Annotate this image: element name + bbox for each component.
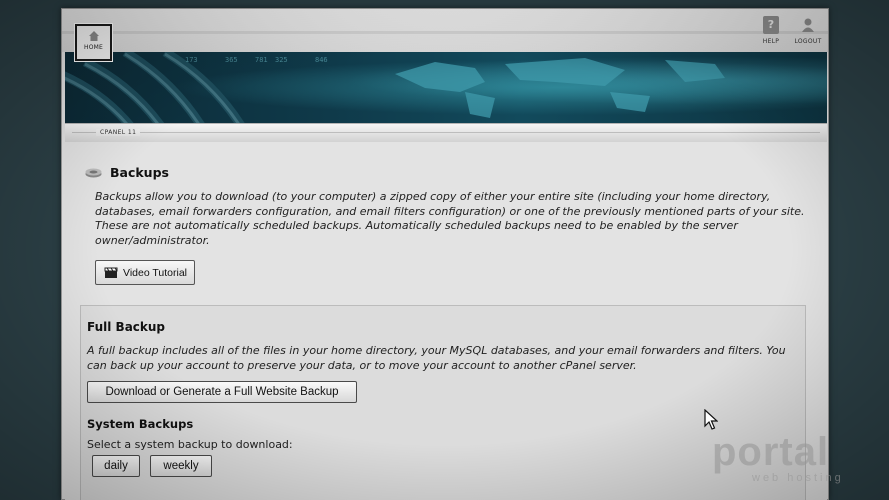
help-label: HELP bbox=[762, 38, 780, 45]
full-backup-button[interactable]: Download or Generate a Full Website Back… bbox=[87, 381, 357, 403]
home-button[interactable]: HOME bbox=[75, 24, 112, 61]
mouse-cursor-icon bbox=[704, 409, 718, 430]
help-icon: ? bbox=[763, 16, 779, 34]
help-link[interactable]: ? HELP bbox=[754, 16, 788, 45]
svg-text:781: 781 bbox=[255, 56, 268, 64]
page-title: Backups bbox=[85, 165, 169, 180]
system-backups-title: System Backups bbox=[87, 417, 194, 431]
weekly-backup-button[interactable]: weekly bbox=[150, 455, 212, 477]
breadcrumb: CPANEL 11 bbox=[65, 123, 827, 142]
svg-text:173: 173 bbox=[185, 56, 198, 64]
watermark-tagline: web hosting bbox=[752, 472, 844, 484]
svg-text:325: 325 bbox=[275, 56, 288, 64]
logout-icon bbox=[800, 16, 816, 34]
watermark-brand: portal bbox=[712, 430, 830, 474]
svg-text:846: 846 bbox=[315, 56, 328, 64]
clapperboard-icon bbox=[104, 267, 118, 278]
top-bar-stripe bbox=[62, 31, 828, 34]
full-backup-panel: Full Backup A full backup includes all o… bbox=[80, 305, 806, 500]
svg-text:365: 365 bbox=[225, 56, 238, 64]
breadcrumb-label[interactable]: CPANEL 11 bbox=[96, 129, 141, 136]
intro-text: Backups allow you to download (to your c… bbox=[95, 190, 805, 247]
full-backup-description: A full backup includes all of the files … bbox=[87, 344, 786, 372]
video-tutorial-label: Video Tutorial bbox=[123, 266, 188, 279]
daily-backup-button[interactable]: daily bbox=[92, 455, 140, 477]
video-tutorial-button[interactable]: Video Tutorial bbox=[95, 260, 195, 285]
full-backup-title: Full Backup bbox=[87, 320, 166, 334]
logout-link[interactable]: LOGOUT bbox=[791, 16, 825, 45]
logout-label: LOGOUT bbox=[794, 38, 822, 45]
system-backup-select-label: Select a system backup to download: bbox=[87, 438, 293, 451]
home-icon bbox=[88, 31, 99, 41]
header-banner: 173 365 781 325 846 bbox=[65, 52, 827, 123]
page-title-text: Backups bbox=[110, 165, 169, 180]
backups-icon bbox=[85, 168, 102, 178]
home-label: HOME bbox=[83, 44, 103, 51]
watermark-logo: portal web hosting bbox=[712, 432, 862, 494]
breadcrumb-rule bbox=[72, 132, 820, 133]
top-bar: ? HELP LOGOUT bbox=[62, 9, 828, 52]
